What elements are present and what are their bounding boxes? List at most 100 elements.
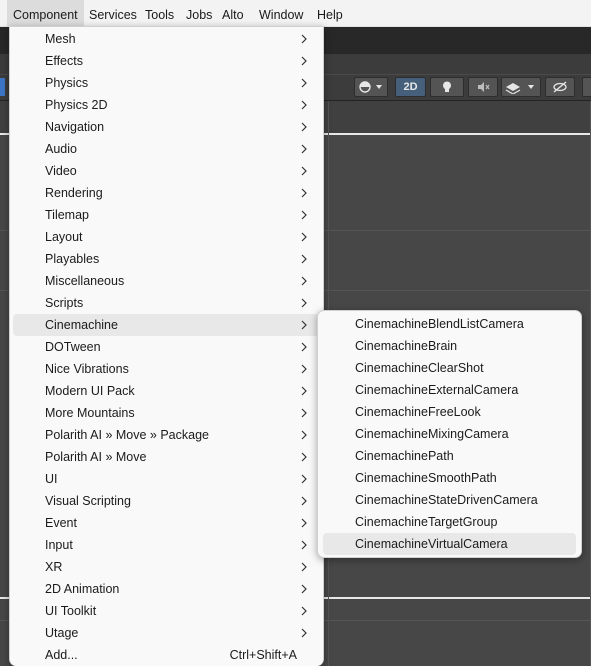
menu-item-effects[interactable]: Effects: [13, 50, 320, 72]
chevron-right-icon: [301, 298, 307, 308]
scene-lighting-toggle[interactable]: [430, 77, 464, 97]
menu-item-dotween[interactable]: DOTween: [13, 336, 320, 358]
chevron-right-icon: [301, 320, 307, 330]
menu-item-label: UI: [45, 472, 58, 486]
shading-mode-dropdown[interactable]: [354, 77, 388, 97]
submenu-item-cinemachineclearshot[interactable]: CinemachineClearShot: [323, 357, 576, 379]
menu-item-add[interactable]: Add... Ctrl+Shift+A: [13, 644, 320, 666]
menu-item-2d-animation[interactable]: 2D Animation: [13, 578, 320, 600]
menu-item-label: Event: [45, 516, 77, 530]
cinemachine-submenu: CinemachineBlendListCamera CinemachineBra…: [317, 310, 582, 558]
menu-item-label: 2D Animation: [45, 582, 120, 596]
left-edge-tab[interactable]: [0, 78, 5, 96]
menu-item-label: More Mountains: [45, 406, 135, 420]
chevron-right-icon: [301, 474, 307, 484]
menu-item-video[interactable]: Video: [13, 160, 320, 182]
chevron-right-icon: [301, 78, 307, 88]
menu-item-audio[interactable]: Audio: [13, 138, 320, 160]
menu-item-nice-vibrations[interactable]: Nice Vibrations: [13, 358, 320, 380]
scene-audio-toggle[interactable]: [468, 77, 498, 97]
menu-item-xr[interactable]: XR: [13, 556, 320, 578]
submenu-item-cinemachinesmoothpath[interactable]: CinemachineSmoothPath: [323, 467, 576, 489]
scene-visibility-toggle[interactable]: [545, 77, 575, 97]
menu-item-shortcut: Ctrl+Shift+A: [229, 648, 297, 662]
menu-item-label: Nice Vibrations: [45, 362, 129, 376]
menu-jobs[interactable]: Jobs: [180, 0, 218, 26]
submenu-item-cinemachinetargetgroup[interactable]: CinemachineTargetGroup: [323, 511, 576, 533]
chevron-right-icon: [301, 210, 307, 220]
menu-item-cinemachine[interactable]: Cinemachine: [13, 314, 320, 336]
menu-item-mesh[interactable]: Mesh: [13, 28, 320, 50]
submenu-item-cinemachinepath[interactable]: CinemachinePath: [323, 445, 576, 467]
menu-item-label: Polarith AI » Move: [45, 450, 147, 464]
chevron-right-icon: [301, 166, 307, 176]
menu-help[interactable]: Help: [311, 0, 349, 26]
menu-item-scripts[interactable]: Scripts: [13, 292, 320, 314]
menu-item-label: Miscellaneous: [45, 274, 125, 288]
menu-window[interactable]: Window: [253, 0, 309, 26]
menu-item-polarith-ai-move-package[interactable]: Polarith AI » Move » Package: [13, 424, 320, 446]
toggle-2d-button[interactable]: 2D: [395, 77, 426, 97]
submenu-item-cinemachinestatedrivencamera[interactable]: CinemachineStateDrivenCamera: [323, 489, 576, 511]
chevron-right-icon: [301, 408, 307, 418]
menu-component[interactable]: Component: [7, 0, 84, 26]
lightbulb-icon: [443, 81, 451, 92]
menu-item-label: Physics: [45, 76, 89, 90]
menu-item-input[interactable]: Input: [13, 534, 320, 556]
submenu-item-cinemachineexternalcamera[interactable]: CinemachineExternalCamera: [323, 379, 576, 401]
menu-item-label: Modern UI Pack: [45, 384, 135, 398]
shading-sphere-icon: [359, 81, 382, 93]
menu-item-label: Scripts: [45, 296, 84, 310]
audio-mute-icon: [478, 82, 490, 92]
submenu-item-cinemachinefreelook[interactable]: CinemachineFreeLook: [323, 401, 576, 423]
chevron-right-icon: [301, 122, 307, 132]
chevron-right-icon: [301, 518, 307, 528]
chevron-right-icon: [301, 562, 307, 572]
chevron-right-icon: [301, 452, 307, 462]
menu-item-more-mountains[interactable]: More Mountains: [13, 402, 320, 424]
hidden-eye-icon: [553, 81, 567, 93]
menu-item-label: Layout: [45, 230, 83, 244]
menu-item-navigation[interactable]: Navigation: [13, 116, 320, 138]
menu-item-label: XR: [45, 560, 63, 574]
submenu-item-cinemachinemixingcamera[interactable]: CinemachineMixingCamera: [323, 423, 576, 445]
component-menu: Mesh Effects Physics Physics 2D Navigation Au…: [9, 26, 324, 666]
submenu-item-cinemachinevirtualcamera[interactable]: CinemachineVirtualCamera: [323, 533, 576, 555]
menu-item-ui-toolkit[interactable]: UI Toolkit: [13, 600, 320, 622]
menu-tools[interactable]: Tools: [139, 0, 180, 26]
menu-item-label: Add...: [45, 648, 78, 662]
menu-item-layout[interactable]: Layout: [13, 226, 320, 248]
menu-item-rendering[interactable]: Rendering: [13, 182, 320, 204]
chevron-right-icon: [301, 606, 307, 616]
menu-alto[interactable]: Alto: [216, 0, 250, 26]
chevron-right-icon: [301, 342, 307, 352]
chevron-right-icon: [301, 496, 307, 506]
scene-toolbar-overflow[interactable]: [582, 77, 591, 97]
chevron-right-icon: [301, 430, 307, 440]
menu-item-label: Effects: [45, 54, 83, 68]
submenu-item-cinemachinebrain[interactable]: CinemachineBrain: [323, 335, 576, 357]
menu-item-tilemap[interactable]: Tilemap: [13, 204, 320, 226]
menu-services[interactable]: Services: [83, 0, 143, 26]
menu-item-polarith-ai-move[interactable]: Polarith AI » Move: [13, 446, 320, 468]
menu-item-ui[interactable]: UI: [13, 468, 320, 490]
menu-item-label: Visual Scripting: [45, 494, 131, 508]
chevron-right-icon: [301, 364, 307, 374]
menu-item-event[interactable]: Event: [13, 512, 320, 534]
menu-item-label: Audio: [45, 142, 77, 156]
menu-item-modern-ui-pack[interactable]: Modern UI Pack: [13, 380, 320, 402]
menu-item-playables[interactable]: Playables: [13, 248, 320, 270]
menu-item-miscellaneous[interactable]: Miscellaneous: [13, 270, 320, 292]
chevron-right-icon: [301, 56, 307, 66]
chevron-right-icon: [301, 276, 307, 286]
menu-item-visual-scripting[interactable]: Visual Scripting: [13, 490, 320, 512]
menu-item-label: UI Toolkit: [45, 604, 97, 618]
submenu-item-cinemachineblendlistcamera[interactable]: CinemachineBlendListCamera: [323, 313, 576, 335]
menu-item-physics-2d[interactable]: Physics 2D: [13, 94, 320, 116]
chevron-right-icon: [301, 628, 307, 638]
menu-item-utage[interactable]: Utage: [13, 622, 320, 644]
chevron-right-icon: [301, 584, 307, 594]
menu-item-physics[interactable]: Physics: [13, 72, 320, 94]
chevron-right-icon: [301, 100, 307, 110]
effects-dropdown[interactable]: [501, 77, 541, 97]
